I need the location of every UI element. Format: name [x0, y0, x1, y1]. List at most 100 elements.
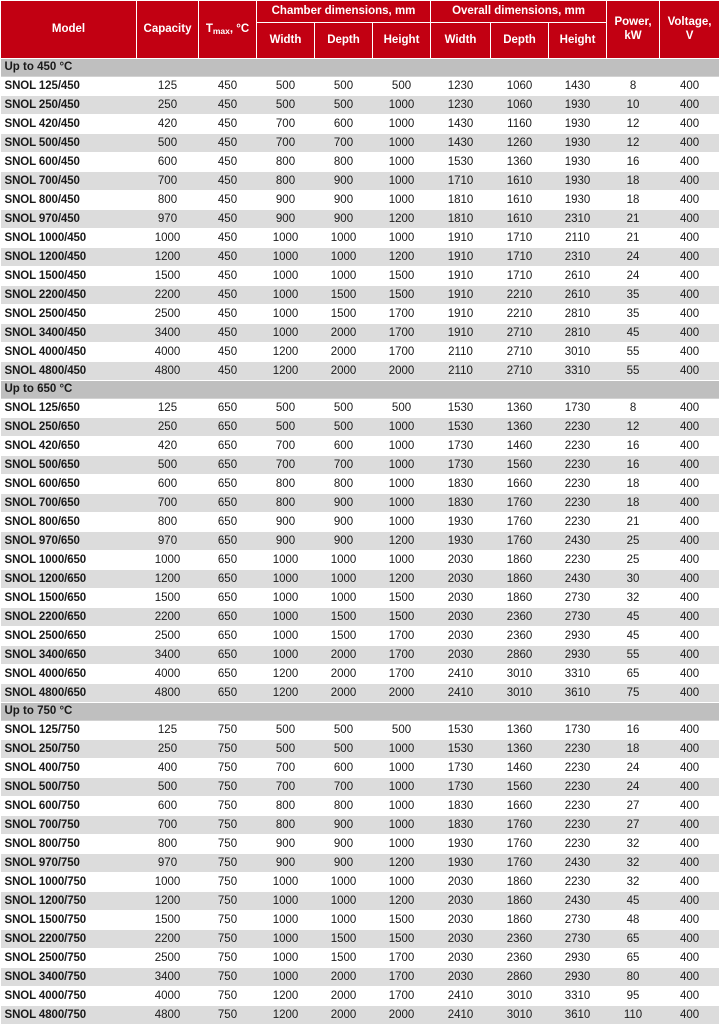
cell-value: 1700 [373, 987, 431, 1006]
table-row: SNOL 970/4509704509009001200181016102310… [1, 210, 719, 229]
cell-value: 2230 [549, 835, 607, 854]
cell-value: 2730 [549, 589, 607, 608]
cell-value: 1000 [373, 437, 431, 456]
cell-value: 1500 [315, 930, 373, 949]
cell-value: 21 [607, 513, 660, 532]
col-header-overall-height: Height [549, 23, 607, 59]
cell-value: 2030 [431, 589, 491, 608]
table-body: Up to 450 °CSNOL 125/4501254505005005001… [1, 59, 719, 1025]
table-row: SNOL 125/4501254505005005001230106014308… [1, 77, 719, 96]
cell-value: 1560 [491, 778, 549, 797]
cell-value: 2710 [491, 324, 549, 343]
cell-value: 3010 [491, 1006, 549, 1025]
table-row: SNOL 420/6504206507006001000173014602230… [1, 437, 719, 456]
cell-value: 400 [660, 873, 719, 892]
cell-value: 1830 [431, 475, 491, 494]
cell-value: 2000 [315, 362, 373, 381]
cell-value: 1000 [373, 835, 431, 854]
cell-model: SNOL 800/750 [1, 835, 137, 854]
cell-value: 1000 [315, 589, 373, 608]
cell-value: 400 [660, 494, 719, 513]
cell-model: SNOL 600/450 [1, 153, 137, 172]
cell-value: 2110 [431, 343, 491, 362]
cell-value: 2710 [491, 362, 549, 381]
cell-value: 1460 [491, 437, 549, 456]
cell-value: 1000 [257, 324, 315, 343]
table-row: SNOL 1200/650120065010001000120020301860… [1, 570, 719, 589]
cell-value: 1930 [549, 153, 607, 172]
cell-model: SNOL 250/650 [1, 418, 137, 437]
cell-value: 400 [660, 968, 719, 987]
cell-value: 2610 [549, 286, 607, 305]
cell-value: 500 [315, 96, 373, 115]
cell-value: 32 [607, 873, 660, 892]
cell-value: 400 [660, 305, 719, 324]
cell-value: 500 [257, 96, 315, 115]
cell-value: 400 [660, 115, 719, 134]
cell-value: 450 [199, 153, 257, 172]
col-header-overall-depth: Depth [491, 23, 549, 59]
cell-model: SNOL 420/650 [1, 437, 137, 456]
cell-model: SNOL 1500/450 [1, 267, 137, 286]
cell-model: SNOL 700/650 [1, 494, 137, 513]
cell-value: 16 [607, 456, 660, 475]
cell-value: 1710 [491, 229, 549, 248]
cell-value: 400 [660, 324, 719, 343]
cell-value: 1000 [373, 797, 431, 816]
cell-model: SNOL 1200/650 [1, 570, 137, 589]
cell-value: 900 [315, 172, 373, 191]
col-header-voltage: Voltage,V [660, 1, 719, 59]
cell-value: 400 [660, 646, 719, 665]
cell-value: 16 [607, 721, 660, 740]
cell-value: 400 [660, 418, 719, 437]
cell-value: 2110 [549, 229, 607, 248]
cell-value: 450 [199, 229, 257, 248]
cell-value: 750 [199, 911, 257, 930]
cell-value: 1830 [431, 797, 491, 816]
table-row: SNOL 970/6509706509009001200193017602430… [1, 532, 719, 551]
cell-value: 650 [199, 494, 257, 513]
cell-value: 800 [257, 475, 315, 494]
cell-value: 1430 [431, 115, 491, 134]
cell-value: 1910 [431, 324, 491, 343]
cell-value: 700 [257, 134, 315, 153]
table-row: SNOL 800/7508007509009001000193017602230… [1, 835, 719, 854]
voltage-label-line2: V [686, 30, 694, 42]
cell-value: 650 [199, 665, 257, 684]
cell-value: 500 [373, 399, 431, 418]
cell-value: 650 [199, 684, 257, 703]
cell-model: SNOL 700/450 [1, 172, 137, 191]
cell-value: 900 [315, 835, 373, 854]
cell-value: 8 [607, 77, 660, 96]
cell-value: 2030 [431, 930, 491, 949]
cell-value: 27 [607, 797, 660, 816]
cell-value: 2810 [549, 324, 607, 343]
cell-value: 700 [315, 778, 373, 797]
cell-value: 400 [660, 759, 719, 778]
cell-value: 1000 [315, 229, 373, 248]
table-row: SNOL 125/6501256505005005001530136017308… [1, 399, 719, 418]
cell-model: SNOL 250/750 [1, 740, 137, 759]
cell-value: 900 [315, 494, 373, 513]
cell-value: 1000 [373, 873, 431, 892]
cell-value: 1730 [431, 759, 491, 778]
cell-value: 400 [660, 362, 719, 381]
cell-value: 450 [199, 172, 257, 191]
cell-value: 2430 [549, 854, 607, 873]
tmax-subscript: max [213, 26, 230, 36]
cell-value: 1760 [491, 513, 549, 532]
cell-value: 600 [315, 115, 373, 134]
cell-value: 2000 [373, 1006, 431, 1025]
cell-model: SNOL 800/650 [1, 513, 137, 532]
cell-value: 400 [660, 1006, 719, 1025]
cell-value: 1660 [491, 475, 549, 494]
cell-value: 650 [199, 437, 257, 456]
table-row: SNOL 600/4506004508008001000153013601930… [1, 153, 719, 172]
table-header: Model Capacity Tmax, °C Chamber dimensio… [1, 1, 719, 59]
cell-value: 2200 [137, 286, 199, 305]
cell-value: 400 [660, 96, 719, 115]
cell-value: 2230 [549, 513, 607, 532]
cell-value: 650 [199, 513, 257, 532]
table-row: SNOL 3400/450340045010002000170019102710… [1, 324, 719, 343]
cell-value: 1060 [491, 96, 549, 115]
